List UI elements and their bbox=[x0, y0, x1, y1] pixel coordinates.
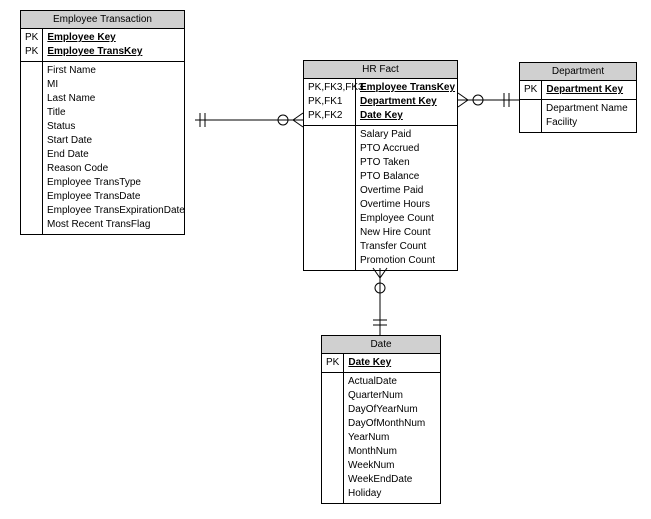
attr: Overtime Hours bbox=[360, 198, 451, 212]
attr: PTO Balance bbox=[360, 170, 451, 184]
attr: Employee TransType bbox=[47, 176, 185, 190]
attr: Promotion Count bbox=[360, 254, 451, 268]
attr: Reason Code bbox=[47, 162, 185, 176]
pk-label: PK,FK2 bbox=[308, 109, 351, 123]
attr: Employee TransDate bbox=[47, 190, 185, 204]
entity-title: HR Fact bbox=[304, 61, 457, 79]
key-name: Employee TransKey bbox=[47, 45, 178, 59]
attr: End Date bbox=[47, 148, 185, 162]
attr: ActualDate bbox=[348, 375, 434, 389]
key-name: Date Key bbox=[348, 356, 434, 370]
pk-label: PK bbox=[326, 356, 339, 370]
rel-hrfact-to-date bbox=[373, 268, 387, 335]
entity-title: Employee Transaction bbox=[21, 11, 184, 29]
attr: WeekNum bbox=[348, 459, 434, 473]
entity-date: Date PK Date Key ActualDate QuarterNum D… bbox=[321, 335, 441, 504]
attr: DayOfMonthNum bbox=[348, 417, 434, 431]
attr: Title bbox=[47, 106, 185, 120]
key-name: Employee Key bbox=[47, 31, 178, 45]
key-name: Department Key bbox=[546, 83, 630, 97]
pk-label: PK bbox=[25, 31, 38, 45]
key-name: Department Key bbox=[360, 95, 455, 109]
rel-employee-to-hrfact bbox=[195, 113, 303, 127]
attr: Overtime Paid bbox=[360, 184, 451, 198]
attr: QuarterNum bbox=[348, 389, 434, 403]
entity-employee-transaction: Employee Transaction PK PK Employee Key … bbox=[20, 10, 185, 235]
pk-label: PK,FK3,FK3 bbox=[308, 81, 351, 95]
attr: PTO Taken bbox=[360, 156, 451, 170]
attr: Last Name bbox=[47, 92, 185, 106]
pk-label: PK bbox=[25, 45, 38, 59]
entity-title: Date bbox=[322, 336, 440, 354]
attr: Holiday bbox=[348, 487, 434, 501]
entity-title: Department bbox=[520, 63, 636, 81]
attr: YearNum bbox=[348, 431, 434, 445]
attr: Salary Paid bbox=[360, 128, 451, 142]
entity-department: Department PK Department Key Department … bbox=[519, 62, 637, 133]
entity-hr-fact: HR Fact PK,FK3,FK3 PK,FK1 PK,FK2 Employe… bbox=[303, 60, 458, 271]
key-name: Date Key bbox=[360, 109, 455, 123]
attr: Transfer Count bbox=[360, 240, 451, 254]
attr: WeekEndDate bbox=[348, 473, 434, 487]
attr: Employee Count bbox=[360, 212, 451, 226]
pk-label: PK,FK1 bbox=[308, 95, 351, 109]
attr: Department Name bbox=[546, 102, 630, 116]
attr: MonthNum bbox=[348, 445, 434, 459]
attr: Most Recent TransFlag bbox=[47, 218, 185, 232]
attr: MI bbox=[47, 78, 185, 92]
attr: New Hire Count bbox=[360, 226, 451, 240]
attr: DayOfYearNum bbox=[348, 403, 434, 417]
attr: First Name bbox=[47, 64, 185, 78]
attr: Status bbox=[47, 120, 185, 134]
attr: Facility bbox=[546, 116, 630, 130]
rel-hrfact-to-department bbox=[458, 93, 519, 107]
attr: PTO Accrued bbox=[360, 142, 451, 156]
attr: Employee TransExpirationDate bbox=[47, 204, 185, 218]
pk-label: PK bbox=[524, 83, 537, 97]
attr: Start Date bbox=[47, 134, 185, 148]
key-name: Employee TransKey bbox=[360, 81, 455, 95]
